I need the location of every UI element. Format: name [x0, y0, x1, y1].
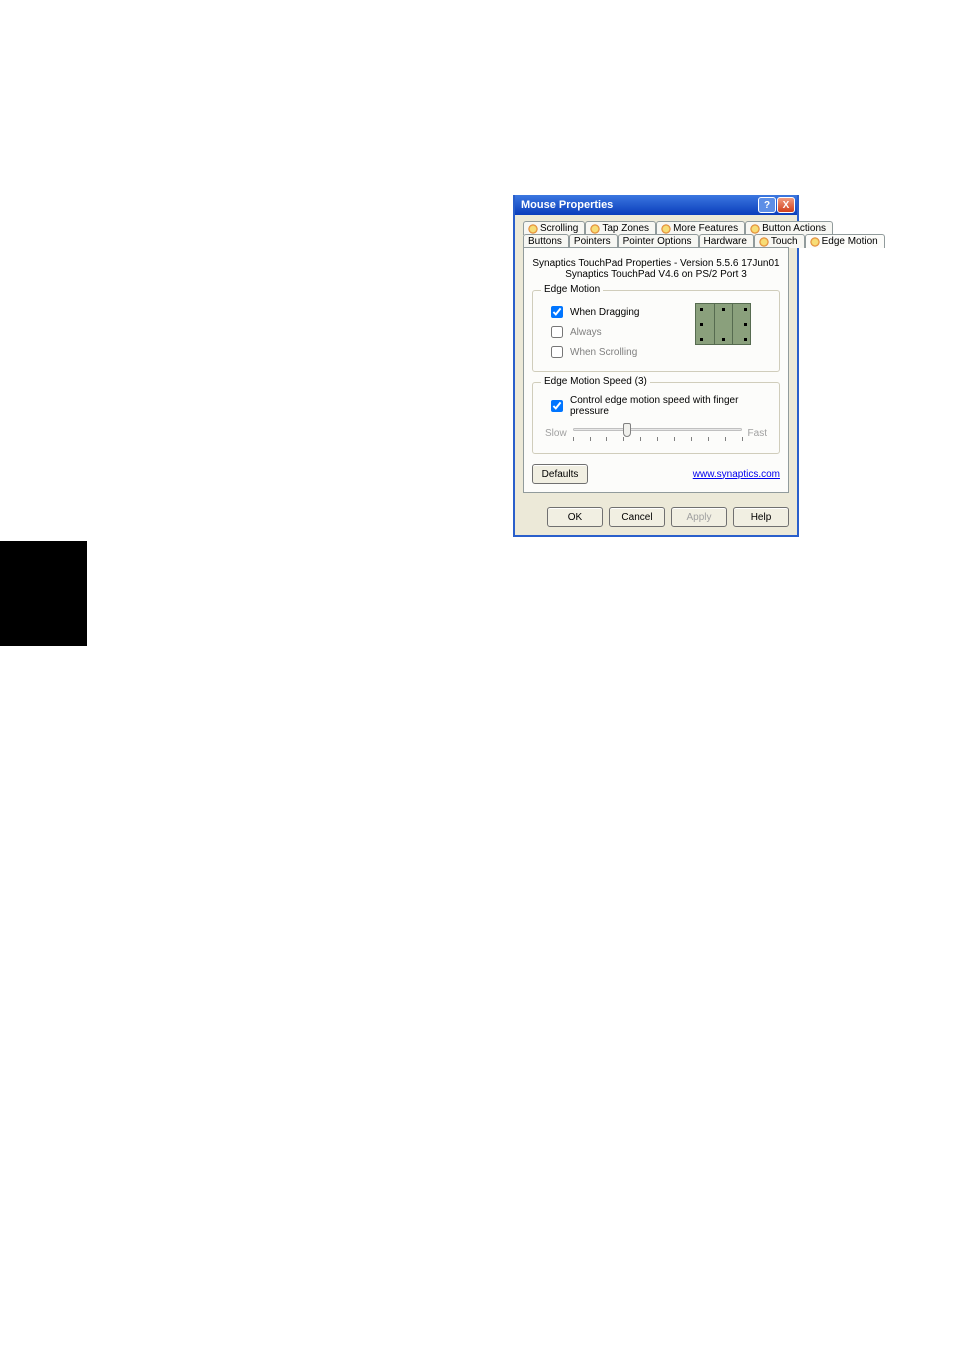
tab-label: Hardware: [704, 236, 747, 247]
driver-version-line: Synaptics TouchPad Properties - Version …: [532, 258, 780, 269]
synaptics-icon: [661, 224, 671, 234]
when-scrolling-checkbox[interactable]: [551, 346, 563, 358]
control-pressure-label: Control edge motion speed with finger pr…: [570, 395, 771, 417]
slow-label: Slow: [545, 428, 567, 439]
tab-touch[interactable]: Touch: [754, 234, 805, 248]
synaptics-link[interactable]: www.synaptics.com: [693, 469, 780, 480]
tab-label: Tap Zones: [602, 223, 649, 234]
tab-label: Pointer Options: [623, 236, 692, 247]
tab-edge-motion[interactable]: Edge Motion: [805, 234, 885, 248]
group-title: Edge Motion Speed (3): [541, 376, 650, 387]
panel-footer: Defaults www.synaptics.com: [532, 464, 780, 484]
control-pressure-row: Control edge motion speed with finger pr…: [547, 395, 771, 417]
when-scrolling-row: When Scrolling: [547, 343, 771, 361]
fast-label: Fast: [748, 428, 767, 439]
group-title: Edge Motion: [541, 284, 603, 295]
edge-motion-speed-group: Edge Motion Speed (3) Control edge motio…: [532, 382, 780, 454]
tab-hardware[interactable]: Hardware: [699, 234, 754, 248]
synaptics-icon: [528, 224, 538, 234]
tab-pointer-options[interactable]: Pointer Options: [618, 234, 699, 248]
tab-buttons[interactable]: Buttons: [523, 234, 569, 248]
synaptics-icon: [590, 224, 600, 234]
tab-label: Buttons: [528, 236, 562, 247]
defaults-button[interactable]: Defaults: [532, 464, 588, 484]
synaptics-icon: [750, 224, 760, 234]
tabstrip: Scrolling Tap Zones More Features Button…: [523, 221, 789, 248]
tab-pointers[interactable]: Pointers: [569, 234, 618, 248]
slider-thumb[interactable]: [623, 423, 631, 437]
always-label: Always: [570, 327, 602, 338]
speed-slider[interactable]: [573, 423, 742, 443]
when-dragging-label: When Dragging: [570, 307, 639, 318]
synaptics-icon: [810, 237, 820, 247]
help-dialog-button[interactable]: Help: [733, 507, 789, 527]
driver-header: Synaptics TouchPad Properties - Version …: [532, 258, 780, 280]
page-sidebar-stub: [0, 541, 87, 646]
synaptics-icon: [759, 237, 769, 247]
tab-label: Touch: [771, 236, 798, 247]
close-button[interactable]: X: [777, 197, 795, 213]
dialog-buttons: OK Cancel Apply Help: [515, 501, 797, 535]
device-line: Synaptics TouchPad V4.6 on PS/2 Port 3: [532, 269, 780, 280]
speed-slider-row: Slow: [545, 423, 767, 443]
edge-motion-group: Edge Motion When Dragging Always When Sc…: [532, 290, 780, 372]
tab-label: Edge Motion: [822, 236, 878, 247]
titlebar[interactable]: Mouse Properties ? X: [515, 195, 797, 215]
tab-scrolling[interactable]: Scrolling: [523, 221, 585, 235]
tab-label: More Features: [673, 223, 738, 234]
tab-label: Button Actions: [762, 223, 826, 234]
cancel-button[interactable]: Cancel: [609, 507, 665, 527]
always-checkbox[interactable]: [551, 326, 563, 338]
mouse-properties-dialog: Mouse Properties ? X Scrolling Tap Zones…: [513, 195, 799, 537]
window-title: Mouse Properties: [521, 199, 613, 211]
when-dragging-checkbox[interactable]: [551, 306, 563, 318]
tab-more-features[interactable]: More Features: [656, 221, 745, 235]
when-scrolling-label: When Scrolling: [570, 347, 637, 358]
tab-label: Scrolling: [540, 223, 578, 234]
tab-panel: Synaptics TouchPad Properties - Version …: [523, 247, 789, 493]
control-pressure-checkbox[interactable]: [551, 400, 563, 412]
ok-button[interactable]: OK: [547, 507, 603, 527]
tab-button-actions[interactable]: Button Actions: [745, 221, 833, 235]
touchpad-diagram: [695, 303, 751, 345]
tab-label: Pointers: [574, 236, 611, 247]
apply-button[interactable]: Apply: [671, 507, 727, 527]
tab-tap-zones[interactable]: Tap Zones: [585, 221, 656, 235]
help-button[interactable]: ?: [758, 197, 776, 213]
